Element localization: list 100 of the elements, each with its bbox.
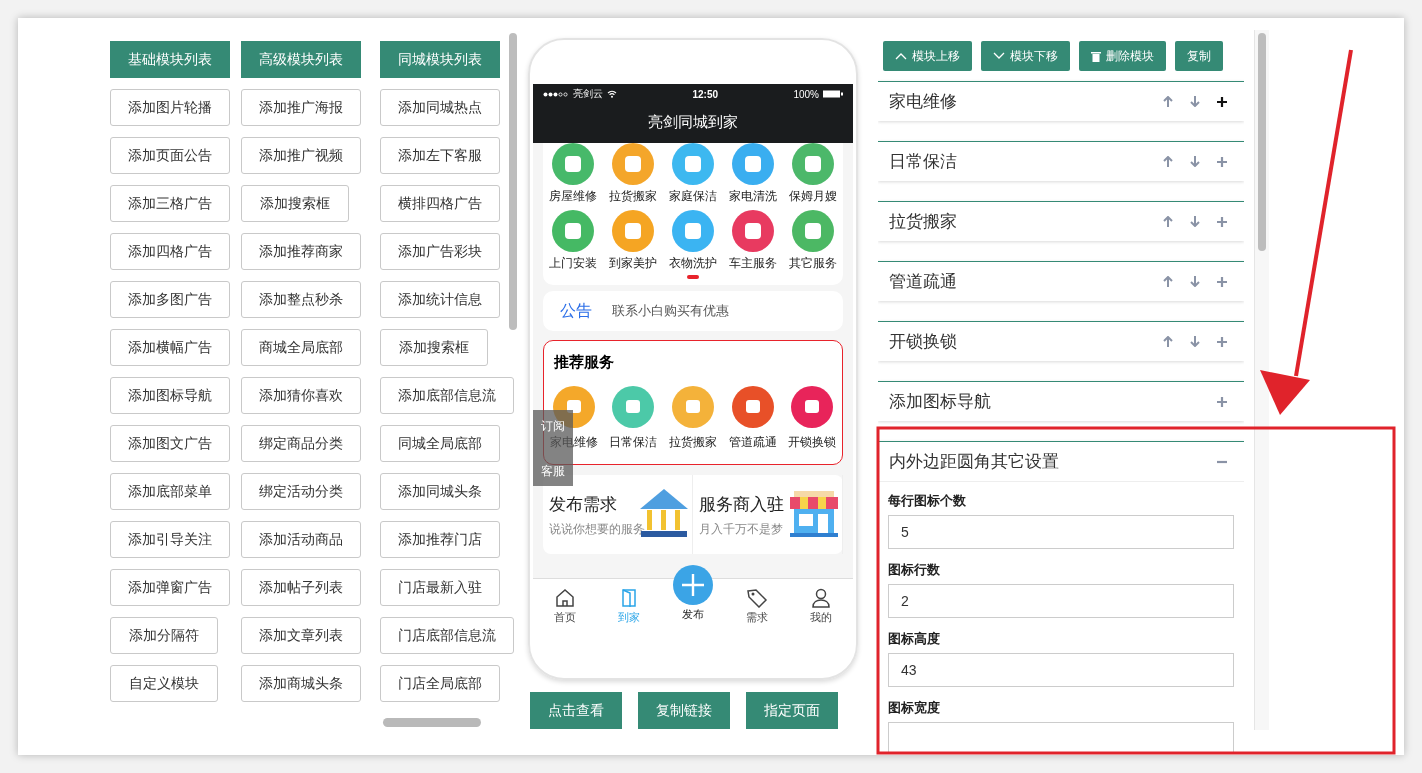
side-link[interactable]: 客服 (541, 464, 565, 478)
panel-title[interactable]: 日常保洁 (889, 150, 957, 173)
add-module-button[interactable]: 添加三格广告 (110, 185, 230, 222)
scrollbar[interactable] (1258, 33, 1266, 251)
add-module-button[interactable]: 添加搜索框 (380, 329, 488, 366)
add-module-button[interactable]: 添加底部信息流 (380, 377, 514, 414)
input-field[interactable]: 2 (888, 584, 1234, 618)
add-module-button[interactable]: 添加图文广告 (110, 425, 230, 462)
add-module-button[interactable]: 添加图标导航 (110, 377, 230, 414)
add-module-button[interactable]: 添加弹窗广告 (110, 569, 230, 606)
add-module-button[interactable]: 添加同城头条 (380, 473, 500, 510)
toolbar-button[interactable]: 复制 (1175, 41, 1223, 71)
panel-title[interactable]: 内外边距圆角其它设置 (889, 450, 1059, 473)
service-icon[interactable] (792, 143, 834, 185)
expand-icon[interactable] (1217, 96, 1227, 107)
add-module-button[interactable]: 同城全局底部 (380, 425, 500, 462)
toolbar-button[interactable]: 模块下移 (981, 41, 1070, 71)
add-module-button[interactable]: 自定义模块 (110, 665, 218, 702)
add-module-button[interactable]: 添加推广视频 (241, 137, 361, 174)
add-module-button[interactable]: 添加文章列表 (241, 617, 361, 654)
service-icon[interactable] (732, 143, 774, 185)
add-module-button[interactable]: 添加图片轮播 (110, 89, 230, 126)
add-module-button[interactable]: 添加广告彩块 (380, 233, 500, 270)
service-label[interactable]: 家电清洗 (729, 189, 777, 204)
add-module-button[interactable]: 添加多图广告 (110, 281, 230, 318)
arrow-up-icon[interactable] (1163, 276, 1173, 287)
service-icon[interactable] (731, 386, 774, 428)
bottom-tab[interactable]: 发布 (661, 565, 725, 627)
bottom-tab[interactable]: 需求 (725, 579, 789, 641)
add-module-button[interactable]: 添加推广海报 (241, 89, 361, 126)
input-field[interactable]: 43 (888, 653, 1234, 687)
arrow-down-icon[interactable] (1190, 216, 1200, 227)
add-module-button[interactable]: 添加搜索框 (241, 185, 349, 222)
panel-title[interactable]: 管道疏通 (889, 270, 957, 293)
input-field[interactable] (888, 722, 1234, 753)
toolbar-button[interactable]: 删除模块 (1079, 41, 1166, 71)
service-label[interactable]: 家庭保洁 (669, 189, 717, 204)
arrow-down-icon[interactable] (1190, 156, 1200, 167)
add-module-button[interactable]: 添加引导关注 (110, 521, 230, 558)
panel-title[interactable]: 拉货搬家 (889, 210, 957, 233)
service-label[interactable]: 衣物洗护 (669, 256, 717, 271)
service-label[interactable]: 保姆月嫂 (789, 189, 837, 204)
add-module-button[interactable]: 添加活动商品 (241, 521, 361, 558)
add-module-button[interactable]: 添加整点秒杀 (241, 281, 361, 318)
add-module-button[interactable]: 添加四格广告 (110, 233, 230, 270)
add-module-button[interactable]: 添加横幅广告 (110, 329, 230, 366)
service-label[interactable]: 拉货搬家 (669, 435, 717, 450)
service-label[interactable]: 到家美护 (609, 256, 657, 271)
service-icon[interactable] (672, 143, 714, 185)
service-label[interactable]: 其它服务 (789, 256, 837, 271)
add-module-button[interactable]: 绑定商品分类 (241, 425, 361, 462)
add-module-button[interactable]: 添加推荐门店 (380, 521, 500, 558)
scrollbar[interactable] (509, 33, 517, 330)
add-module-button[interactable]: 添加分隔符 (110, 617, 218, 654)
panel-title[interactable]: 开锁换锁 (889, 330, 957, 353)
add-module-button[interactable]: 添加同城热点 (380, 89, 500, 126)
service-label[interactable]: 车主服务 (729, 256, 777, 271)
bottom-tab[interactable]: 我的 (789, 579, 853, 641)
add-module-button[interactable]: 添加左下客服 (380, 137, 500, 174)
promo-card[interactable]: 服务商入驻 月入千万不是梦 (693, 475, 843, 554)
add-module-button[interactable]: 添加统计信息 (380, 281, 500, 318)
service-icon[interactable] (672, 210, 714, 252)
arrow-down-icon[interactable] (1190, 96, 1200, 107)
add-module-button[interactable]: 添加页面公告 (110, 137, 230, 174)
add-module-button[interactable]: 添加商城头条 (241, 665, 361, 702)
add-module-button[interactable]: 添加推荐商家 (241, 233, 361, 270)
service-icon[interactable] (792, 210, 834, 252)
service-icon[interactable] (612, 386, 655, 428)
service-icon[interactable] (552, 143, 594, 185)
add-module-button[interactable]: 门店全局底部 (380, 665, 500, 702)
service-label[interactable]: 开锁换锁 (788, 435, 837, 450)
add-module-button[interactable]: 门店底部信息流 (380, 617, 514, 654)
bottom-tab[interactable]: 首页 (533, 579, 597, 641)
add-module-button[interactable]: 门店最新入驻 (380, 569, 500, 606)
service-label[interactable]: 管道疏通 (728, 435, 777, 450)
arrow-up-icon[interactable] (1163, 336, 1173, 347)
module-list-tab[interactable]: 同城模块列表 (380, 41, 500, 78)
add-module-button[interactable]: 添加帖子列表 (241, 569, 361, 606)
service-icon[interactable] (732, 210, 774, 252)
preview-action-button[interactable]: 指定页面 (746, 692, 838, 729)
preview-action-button[interactable]: 复制链接 (638, 692, 730, 729)
service-icon[interactable] (791, 386, 834, 428)
panel-title[interactable]: 家电维修 (889, 90, 957, 113)
arrow-down-icon[interactable] (1190, 276, 1200, 287)
panel-title[interactable]: 添加图标导航 (889, 390, 991, 413)
module-list-tab[interactable]: 高级模块列表 (241, 41, 361, 78)
preview-action-button[interactable]: 点击查看 (530, 692, 622, 729)
arrow-up-icon[interactable] (1163, 96, 1173, 107)
service-label[interactable]: 日常保洁 (609, 435, 658, 450)
arrow-down-icon[interactable] (1190, 336, 1200, 347)
arrow-up-icon[interactable] (1163, 216, 1173, 227)
add-module-button[interactable]: 添加底部菜单 (110, 473, 230, 510)
scrollbar[interactable] (383, 718, 481, 727)
service-label[interactable]: 房屋维修 (549, 189, 597, 204)
notice-text[interactable]: 联系小白购买有优惠 (612, 302, 729, 320)
toolbar-button[interactable]: 模块上移 (883, 41, 972, 71)
service-icon[interactable] (552, 210, 594, 252)
add-module-button[interactable]: 绑定活动分类 (241, 473, 361, 510)
service-icon[interactable] (612, 143, 654, 185)
add-module-button[interactable]: 商城全局底部 (241, 329, 361, 366)
